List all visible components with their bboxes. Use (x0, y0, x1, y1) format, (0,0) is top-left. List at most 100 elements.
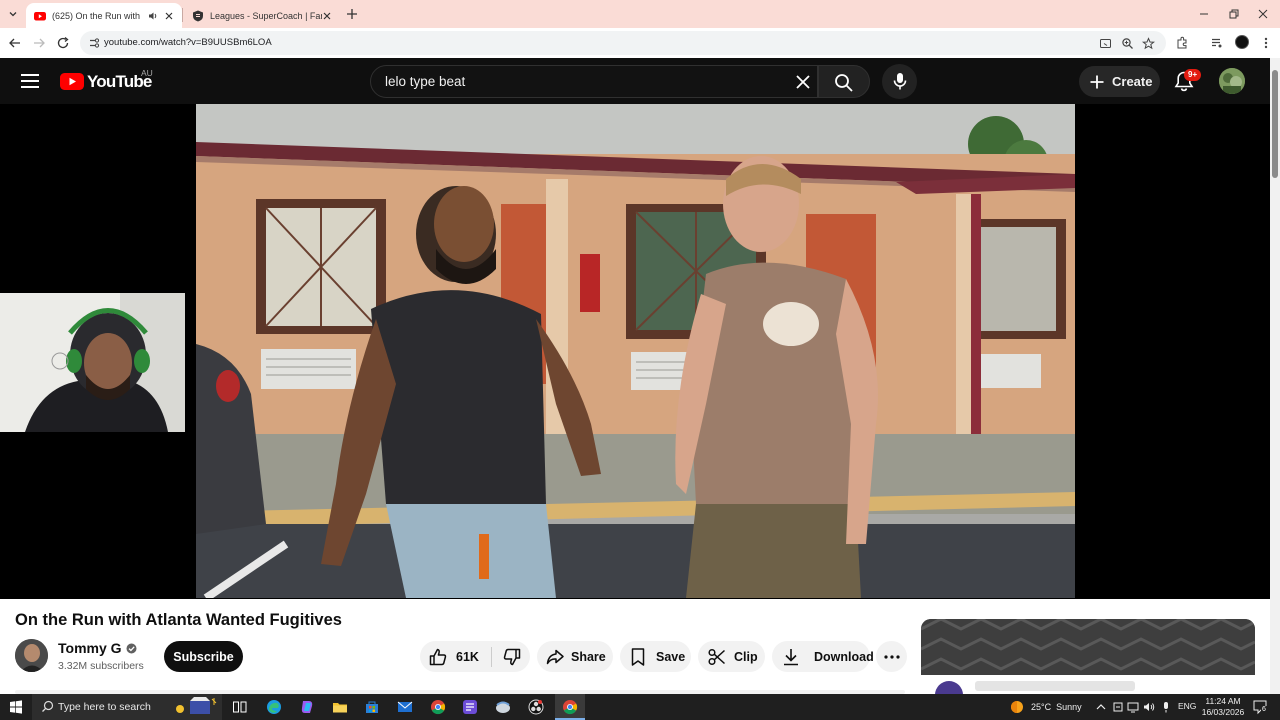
thumbs-down-icon[interactable] (502, 647, 522, 667)
clear-search-icon[interactable] (795, 74, 811, 90)
close-tab-icon[interactable] (322, 11, 332, 21)
search-icon (835, 74, 853, 92)
more-actions-button[interactable] (876, 641, 907, 672)
video-frame[interactable] (196, 104, 1075, 598)
tab-divider (182, 8, 183, 22)
mail-icon[interactable] (397, 699, 413, 715)
microphone-tray-icon[interactable] (1160, 701, 1172, 713)
task-view-icon[interactable] (232, 699, 248, 715)
tray-chevron-up-icon[interactable] (1095, 701, 1107, 713)
network-icon[interactable] (1127, 701, 1139, 713)
obs-record-icon[interactable] (528, 699, 544, 715)
new-tab-icon[interactable] (345, 7, 359, 21)
ad-banner-image (921, 619, 1255, 675)
minimize-icon[interactable] (1198, 8, 1210, 20)
tab-search-button[interactable] (4, 6, 22, 22)
close-window-icon[interactable] (1257, 8, 1269, 20)
taskbar-search-box[interactable]: Type here to search (32, 694, 222, 720)
download-button[interactable]: Download (772, 641, 874, 672)
voice-search-button[interactable] (882, 64, 917, 99)
browser-tab-strip: (625) On the Run with Atlanta Wanted Fug… (0, 0, 1280, 28)
bookmark-star-icon[interactable] (1142, 37, 1155, 50)
windows-taskbar: Type here to search 25°C Sunny ENG 11:24… (0, 694, 1280, 720)
media-control-icon[interactable] (1210, 36, 1224, 50)
edge-browser-icon[interactable] (266, 699, 282, 715)
file-explorer-icon[interactable] (332, 699, 348, 715)
channel-avatar[interactable] (15, 639, 48, 672)
search-button[interactable] (818, 65, 870, 98)
search-input[interactable]: lelo type beat (370, 65, 818, 98)
tab-youtube[interactable]: (625) On the Run with Atlanta Wanted Fug… (26, 3, 182, 28)
weather-text: 25°C Sunny (1031, 702, 1082, 712)
chrome-active-icon (563, 700, 578, 715)
windows-start-icon[interactable] (8, 699, 24, 715)
weather-widget[interactable]: 25°C Sunny (1010, 700, 1082, 714)
clock-date: 16/03/2026 (1201, 707, 1245, 717)
active-chrome-taskbar-item[interactable] (555, 694, 585, 720)
save-button[interactable]: Save (620, 641, 691, 672)
microphone-icon (893, 73, 907, 90)
webcam-overlay (0, 293, 185, 432)
address-bar[interactable]: youtube.com/watch?v=B9UUSBm6LOA (80, 31, 1166, 55)
tray-app-icon[interactable] (1112, 701, 1124, 713)
tab-title: (625) On the Run with Atlanta Wanted Fug… (52, 10, 142, 21)
microsoft-store-icon[interactable] (364, 699, 380, 715)
webcam-feed-image (0, 293, 185, 432)
cast-icon[interactable] (1099, 37, 1112, 50)
system-clock[interactable]: 11:24 AM 16/03/2026 (1201, 696, 1245, 718)
sidebar-ad-card[interactable] (921, 619, 1255, 694)
scissors-icon (708, 648, 726, 665)
video-scene-image (196, 104, 1075, 598)
zoom-icon[interactable] (1121, 37, 1134, 50)
taskbar-search-placeholder: Type here to search (58, 701, 151, 713)
channel-name: Tommy G (58, 640, 122, 656)
youtube-favicon-icon (34, 11, 46, 20)
extensions-icon[interactable] (1175, 36, 1189, 50)
channel-name-link[interactable]: Tommy G (58, 640, 137, 656)
page-scrollbar[interactable] (1270, 58, 1280, 694)
bookmark-icon (631, 647, 645, 666)
game-app-icon[interactable] (495, 699, 511, 715)
clock-time: 11:24 AM (1205, 696, 1241, 706)
account-avatar[interactable] (1219, 68, 1245, 94)
channel-avatar-image (15, 639, 48, 672)
forward-arrow-icon[interactable] (32, 36, 46, 50)
clip-label: Clip (734, 649, 758, 664)
tab-supercoach[interactable]: Leagues - SuperCoach | Fantasy (184, 3, 340, 28)
like-button[interactable]: 61K (420, 647, 479, 667)
thumbs-up-icon (429, 648, 447, 665)
back-arrow-icon[interactable] (8, 36, 22, 50)
video-details: On the Run with Atlanta Wanted Fugitives… (0, 599, 1270, 694)
download-icon (784, 648, 798, 665)
clip-button[interactable]: Clip (698, 641, 765, 672)
volume-icon[interactable] (1143, 701, 1155, 713)
site-info-icon[interactable] (88, 37, 100, 49)
close-tab-icon[interactable] (164, 11, 174, 21)
app-launcher-icon[interactable] (462, 699, 478, 715)
ad-avatar (935, 681, 963, 694)
scrollbar-thumb[interactable] (1272, 70, 1278, 178)
restore-icon[interactable] (1228, 8, 1240, 20)
youtube-logo[interactable]: YouTube (60, 71, 152, 93)
url-text: youtube.com/watch?v=B9UUSBm6LOA (104, 37, 272, 48)
save-label: Save (656, 649, 686, 664)
subscribe-button[interactable]: Subscribe (164, 641, 243, 672)
browser-toolbar: youtube.com/watch?v=B9UUSBm6LOA (0, 28, 1280, 58)
copilot-icon[interactable] (299, 699, 315, 715)
menu-icon[interactable] (20, 72, 40, 90)
browser-profile-avatar[interactable] (1235, 35, 1249, 49)
reload-icon[interactable] (56, 36, 70, 50)
supercoach-favicon-icon (193, 10, 203, 21)
verified-badge-icon (126, 643, 137, 653)
speaker-icon[interactable] (148, 11, 158, 21)
notification-center-button[interactable]: 6 (1252, 699, 1268, 715)
language-indicator[interactable]: ENG (1178, 701, 1196, 711)
more-vertical-icon[interactable] (1259, 36, 1273, 50)
share-button[interactable]: Share (537, 641, 613, 672)
region-code: AU (141, 68, 153, 78)
youtube-page: YouTube AU lelo type beat Create 9+ On t… (0, 58, 1270, 694)
download-label: Download (814, 649, 874, 664)
like-divider (490, 646, 492, 667)
chrome-icon[interactable] (430, 699, 446, 715)
create-button[interactable]: Create (1079, 66, 1160, 97)
